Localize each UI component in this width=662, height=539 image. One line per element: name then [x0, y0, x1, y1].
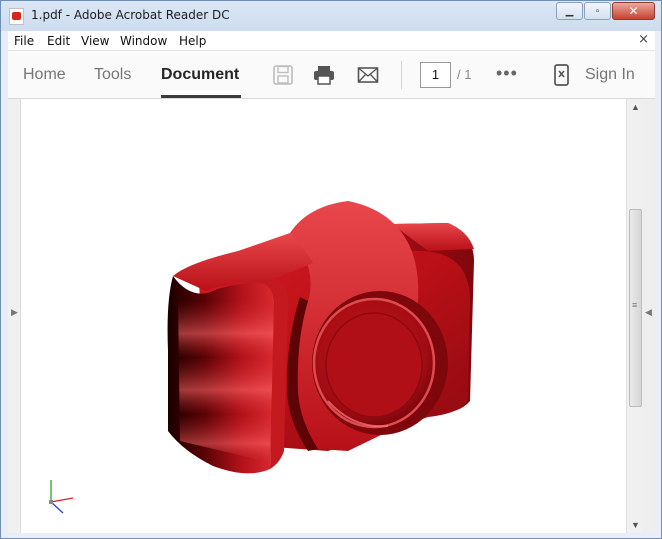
mobile-link-icon[interactable] [551, 64, 573, 86]
page-total: / 1 [457, 67, 472, 82]
left-pane-toggle[interactable]: ▶ [8, 99, 21, 533]
close-button[interactable]: ✕ [612, 2, 655, 20]
active-tab-indicator [161, 95, 241, 98]
print-icon[interactable] [313, 64, 335, 86]
menu-bar: File Edit View Window Help × [8, 31, 655, 51]
minimize-button[interactable]: ▁ [556, 2, 583, 20]
more-tools-icon[interactable]: ••• [496, 63, 518, 84]
tab-home[interactable]: Home [23, 66, 66, 84]
menu-window[interactable]: Window [120, 34, 167, 48]
close-icon: ✕ [628, 4, 639, 18]
toolbar-separator [401, 61, 402, 89]
expand-right-icon: ◀ [645, 307, 652, 317]
scroll-up-icon[interactable]: ▲ [631, 102, 640, 112]
menu-help[interactable]: Help [179, 34, 206, 48]
menu-file[interactable]: File [14, 34, 34, 48]
pdf-page[interactable] [21, 99, 625, 533]
toolbar: Home Tools Document 1 / 1 ••• Sign In [8, 51, 655, 99]
3d-camera-model[interactable] [21, 99, 625, 533]
tab-tools[interactable]: Tools [94, 66, 131, 84]
document-viewport: ▶ ▲ ≡ ▼ ◀ [8, 99, 655, 533]
3d-axes-icon [49, 480, 74, 514]
expand-left-icon: ▶ [11, 307, 18, 317]
title-bar[interactable]: 1.pdf - Adobe Acrobat Reader DC ▁ ▫ ✕ [1, 1, 661, 31]
tab-document[interactable]: Document [161, 66, 239, 84]
save-icon[interactable] [272, 64, 294, 86]
maximize-icon: ▫ [595, 5, 600, 17]
scroll-thumb[interactable] [629, 209, 642, 407]
page-number-input[interactable]: 1 [420, 62, 451, 88]
minimize-icon: ▁ [565, 5, 574, 17]
close-document-icon[interactable]: × [638, 32, 649, 47]
scroll-down-icon[interactable]: ▼ [631, 520, 640, 530]
vertical-scrollbar[interactable]: ▲ ▼ [626, 99, 643, 533]
acrobat-window: 1.pdf - Adobe Acrobat Reader DC ▁ ▫ ✕ Fi… [0, 0, 662, 539]
right-pane-toggle[interactable]: ◀ [643, 99, 655, 533]
menu-view[interactable]: View [81, 34, 109, 48]
pdf-file-icon [9, 8, 24, 25]
email-icon[interactable] [357, 64, 379, 86]
maximize-button[interactable]: ▫ [584, 2, 611, 20]
sign-in-button[interactable]: Sign In [585, 66, 635, 84]
menu-edit[interactable]: Edit [47, 34, 70, 48]
window-title: 1.pdf - Adobe Acrobat Reader DC [31, 8, 230, 22]
